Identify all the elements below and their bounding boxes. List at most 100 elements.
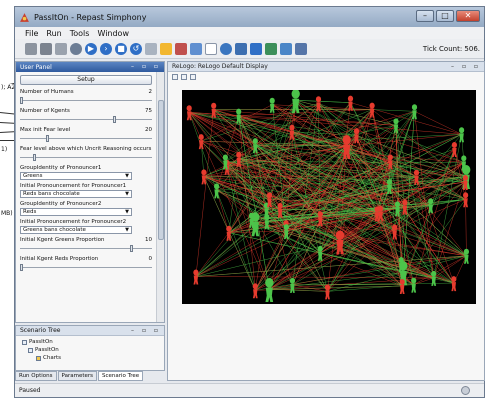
grid-icon[interactable]	[295, 42, 307, 55]
greens-proportion-slider[interactable]	[20, 245, 152, 253]
panel-window-controls[interactable]: – ▫ ▫	[131, 63, 161, 70]
slider-knob[interactable]	[112, 116, 116, 123]
agent-figure[interactable]	[324, 284, 331, 300]
kgents-slider[interactable]	[20, 116, 152, 124]
fear-level-slider[interactable]	[20, 135, 152, 143]
home-icon[interactable]	[190, 73, 196, 80]
data-sets-icon[interactable]	[175, 42, 187, 55]
agent-figure[interactable]	[411, 277, 417, 293]
agent-link	[292, 135, 357, 285]
panel-window-controls[interactable]: – ▫ ▫	[131, 327, 161, 334]
agent-figure[interactable]	[392, 224, 398, 240]
agent-figure[interactable]	[411, 104, 418, 120]
agent-link	[397, 208, 467, 257]
agent-figure[interactable]	[459, 127, 465, 143]
agent-figure[interactable]	[399, 279, 405, 294]
settings-icon[interactable]	[220, 42, 232, 55]
tree-item-charts[interactable]: Charts	[22, 354, 158, 362]
agent-network-canvas[interactable]	[182, 90, 476, 304]
initial-pronouncement-2-select[interactable]: Greens bans chocolate ▼	[20, 226, 132, 234]
agent-figure[interactable]	[236, 108, 242, 124]
menu-bar: File Run Tools Window	[15, 27, 484, 39]
slider-knob[interactable]	[20, 97, 23, 104]
group-identity-2-select[interactable]: Reds ▼	[20, 208, 132, 216]
slider-knob[interactable]	[45, 135, 49, 142]
init-icon[interactable]	[70, 42, 82, 55]
agent-figure[interactable]	[186, 105, 192, 121]
display-header: ReLogo: ReLogo Default Display – ▫ ▫	[168, 62, 484, 72]
user-icon[interactable]	[235, 42, 247, 55]
blank-doc-icon[interactable]	[205, 42, 217, 55]
agent-figure[interactable]	[353, 128, 360, 144]
batch-icon[interactable]	[190, 42, 202, 55]
chart-icon[interactable]	[250, 42, 262, 55]
agent-figure[interactable]	[226, 225, 232, 241]
agent-figure[interactable]	[402, 199, 408, 215]
restart-icon[interactable]: ↺	[130, 42, 142, 55]
title-bar[interactable]: PassItOn - Repast Simphony – □ ✕	[15, 7, 484, 27]
image-icon[interactable]	[280, 42, 292, 55]
agent-figure[interactable]	[374, 206, 380, 222]
param-value: 0	[148, 256, 153, 262]
step-icon[interactable]: ›	[100, 42, 112, 55]
tree-item-root[interactable]: PassItOn	[22, 338, 158, 346]
user-panel-body: Setup Number of Humans 2 Number of Kgent…	[16, 72, 156, 322]
agent-figure[interactable]	[201, 169, 207, 185]
menu-run[interactable]: Run	[46, 29, 61, 38]
tab-parameters[interactable]: Parameters	[57, 371, 97, 381]
slider-knob[interactable]	[129, 245, 133, 252]
display-title: ReLogo: ReLogo Default Display	[172, 63, 268, 70]
agent-figure[interactable]	[193, 269, 199, 285]
uncrit-reasoning-slider[interactable]	[20, 154, 152, 162]
tick-count: Tick Count: 506.	[422, 45, 480, 53]
group-identity-1-select[interactable]: Greens ▼	[20, 172, 132, 180]
panel-window-controls[interactable]: – ▫ ▫	[451, 63, 481, 70]
menu-file[interactable]: File	[25, 29, 38, 38]
agent-figure[interactable]	[269, 97, 275, 113]
folder-icon	[28, 347, 33, 353]
user-panel-header: User Panel – ▫ ▫	[16, 62, 164, 72]
user-panel-scrollbar[interactable]	[156, 72, 164, 322]
garbage-collect-icon[interactable]	[461, 386, 470, 395]
snapshot-icon[interactable]	[181, 73, 187, 80]
agent-figure[interactable]	[463, 248, 469, 264]
humans-slider[interactable]	[20, 97, 152, 105]
scenario-tree-title: Scenario Tree	[20, 327, 61, 334]
save-all-icon[interactable]	[40, 42, 52, 55]
slider-knob[interactable]	[20, 264, 23, 271]
sun-icon[interactable]	[160, 42, 172, 55]
play-icon[interactable]: ▶	[85, 42, 97, 55]
agent-figure[interactable]	[369, 102, 375, 118]
slider-knob[interactable]	[32, 154, 36, 161]
zoom-icon[interactable]	[172, 73, 178, 80]
agent-figure[interactable]	[265, 278, 274, 302]
parameters-icon[interactable]	[145, 42, 157, 55]
agent-figure[interactable]	[248, 212, 255, 228]
close-button[interactable]: ✕	[456, 10, 480, 22]
agent-link	[465, 199, 467, 256]
agent-figure[interactable]	[214, 183, 220, 199]
stop-icon[interactable]: ■	[115, 42, 127, 55]
agent-figure[interactable]	[252, 283, 258, 299]
tree-item-model[interactable]: PassItOn	[22, 346, 158, 354]
reds-proportion-slider[interactable]	[20, 264, 152, 272]
maximize-button[interactable]: □	[436, 10, 454, 22]
save-icon[interactable]	[25, 42, 37, 55]
agent-figure[interactable]	[451, 142, 457, 157]
setup-button[interactable]: Setup	[20, 75, 152, 85]
agent-figure[interactable]	[289, 277, 295, 293]
agent-figure[interactable]	[431, 270, 437, 286]
agent-figure[interactable]	[283, 224, 289, 240]
minimize-button[interactable]: –	[416, 10, 434, 22]
agent-figure[interactable]	[451, 276, 457, 292]
initial-pronouncement-1-select[interactable]: Reds bans chocolate ▼	[20, 190, 132, 198]
menu-tools[interactable]: Tools	[70, 29, 90, 38]
scrollbar-thumb[interactable]	[158, 100, 164, 240]
tab-scenario-tree[interactable]: Scenario Tree	[98, 371, 144, 381]
reset-icon[interactable]	[55, 42, 67, 55]
chevron-down-icon: ▼	[125, 191, 129, 197]
tab-run-options[interactable]: Run Options	[15, 371, 57, 381]
graph-icon[interactable]	[265, 42, 277, 55]
menu-window[interactable]: Window	[97, 29, 129, 38]
agent-figure[interactable]	[386, 179, 392, 194]
